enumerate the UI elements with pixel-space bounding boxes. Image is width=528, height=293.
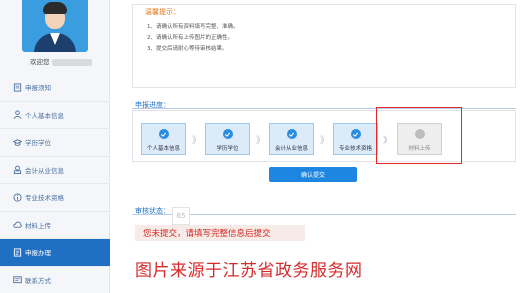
sidebar-item-upload[interactable]: 材料上传 (0, 212, 110, 239)
step-label: 会计从业信息 (274, 146, 308, 152)
sidebar-item-qualification[interactable]: 专业技术资格 (0, 184, 110, 212)
source-watermark: 图片来源于江苏省政务服务网 (135, 261, 363, 281)
check-icon (222, 129, 233, 139)
overlay-number-badge: 65 (172, 207, 190, 225)
step-accounting-info[interactable]: 会计从业信息 (269, 123, 314, 155)
username-redacted (51, 58, 92, 66)
step-education[interactable]: 学历学位 (205, 123, 250, 155)
submission-status: 您未提交，请填写完整信息后提交 (135, 225, 305, 241)
welcome-label: 欢迎您 (30, 58, 50, 66)
confirm-submit-button[interactable]: 确认提交 (269, 167, 357, 182)
sidebar-item-label: 材料上传 (25, 221, 51, 230)
sidebar-item-label: 联系方式 (25, 276, 51, 285)
step-label: 个人基本信息 (146, 146, 180, 152)
notice-item: 1、请确认所有资料填写完整、准确。 (147, 24, 239, 30)
user-badge-icon (12, 165, 22, 175)
sidebar-menu: 申报须知 个人基本信息 学历学位 会计从业信息 专业技术资格 材料上传 申报办理 (0, 74, 110, 293)
sidebar-item-personal-info[interactable]: 个人基本信息 (0, 102, 110, 129)
sidebar-item-label: 会计从业信息 (25, 166, 64, 175)
sidebar-item-label: 申报须知 (25, 84, 51, 93)
sidebar-item-education[interactable]: 学历学位 (0, 129, 110, 157)
check-icon (286, 129, 297, 139)
step-arrow: 》 (192, 136, 202, 146)
sidebar-item-label: 专业技术资格 (25, 194, 64, 203)
step-arrow: 》 (320, 136, 330, 146)
avatar (22, 0, 88, 52)
sidebar-item-contact[interactable]: 联系方式 (0, 267, 110, 293)
welcome-text: 欢迎您 (30, 56, 92, 66)
sidebar-item-accounting-info[interactable]: 会计从业信息 (0, 157, 110, 184)
contact-card-icon (12, 275, 22, 285)
step-label: 学历学位 (216, 146, 239, 152)
notice-box: 温馨提示： 1、请确认所有资料填写完整、准确。 2、请确认所有上传图片的正确性。… (132, 4, 516, 88)
notice-list: 1、请确认所有资料填写完整、准确。 2、请确认所有上传图片的正确性。 3、提交后… (147, 22, 239, 55)
sidebar-item-label: 申报办理 (25, 249, 51, 258)
notice-title: 温馨提示： (145, 8, 180, 16)
check-icon (350, 129, 361, 139)
upload-cloud-icon (12, 220, 22, 230)
sidebar-item-label: 个人基本信息 (25, 111, 64, 120)
notice-item: 2、请确认所有上传图片的正确性。 (147, 35, 234, 41)
form-icon (12, 247, 22, 257)
step-arrow: 》 (256, 136, 266, 146)
highlight-frame (376, 107, 462, 164)
sidebar: 欢迎您 申报须知 个人基本信息 学历学位 会计从业信息 专业技术资格 材料上传 (0, 0, 110, 293)
person-icon (12, 110, 22, 120)
info-circle-icon (12, 192, 22, 202)
sidebar-item-application-notice[interactable]: 申报须知 (0, 74, 110, 102)
notice-item: 3、提交后请耐心等待审核结果。 (147, 46, 228, 52)
sidebar-item-label: 学历学位 (25, 139, 51, 148)
step-personal-info[interactable]: 个人基本信息 (141, 123, 186, 155)
step-label: 专业技术资格 (338, 146, 372, 152)
document-icon (12, 82, 22, 92)
graduation-cap-icon (12, 137, 22, 147)
check-icon (158, 129, 169, 139)
step-qualification[interactable]: 专业技术资格 (333, 123, 378, 155)
sidebar-item-application[interactable]: 申报办理 (0, 239, 110, 267)
